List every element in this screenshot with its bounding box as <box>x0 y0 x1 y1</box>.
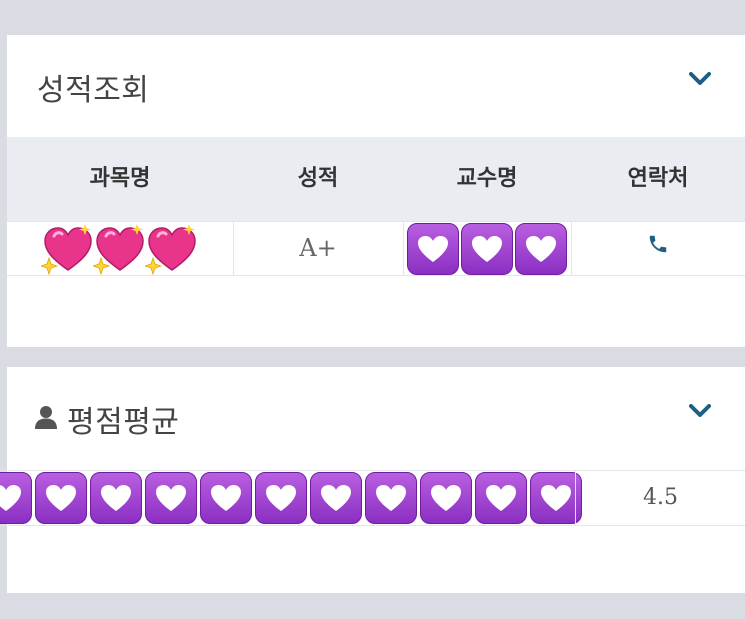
grades-card-title: 성적조회 <box>37 73 150 108</box>
chevron-down-icon[interactable] <box>689 404 711 418</box>
column-header-subject: 과목명 <box>89 166 151 191</box>
white-heart-emoji-group <box>0 472 582 524</box>
chevron-down-icon[interactable] <box>689 72 711 86</box>
sparkling-heart-emoji-group <box>7 222 233 275</box>
gpa-value: 4.5 <box>575 471 745 525</box>
sparkling-heart-icon <box>91 222 147 276</box>
white-heart-icon <box>310 472 362 524</box>
white-heart-icon <box>0 472 32 524</box>
white-heart-icon <box>145 472 197 524</box>
white-heart-icon <box>420 472 472 524</box>
white-heart-icon <box>475 472 527 524</box>
gpa-card: 평점평균 4.5 <box>0 367 745 593</box>
gpa-card-title: 평점평균 <box>67 405 180 440</box>
table-row: A+ <box>7 221 745 276</box>
white-heart-icon <box>255 472 307 524</box>
gpa-card-header: 평점평균 <box>35 397 179 441</box>
column-header-contact: 연락처 <box>627 166 689 191</box>
white-heart-icon <box>200 472 252 524</box>
contact-cell <box>571 222 745 275</box>
phone-icon[interactable] <box>647 223 669 276</box>
column-header-professor: 교수명 <box>456 166 518 191</box>
white-heart-emoji-group <box>403 222 571 275</box>
person-icon <box>35 405 57 433</box>
subject-cell <box>7 222 234 275</box>
white-heart-icon <box>407 222 459 275</box>
sparkling-heart-icon <box>143 222 199 276</box>
professor-cell <box>403 222 572 275</box>
white-heart-icon <box>35 472 87 524</box>
grades-table-header: 과목명 성적 교수명 연락처 <box>7 137 745 221</box>
white-heart-icon <box>90 472 142 524</box>
white-heart-icon <box>461 222 513 275</box>
column-header-grade: 성적 <box>297 166 339 191</box>
sparkling-heart-icon <box>39 222 95 276</box>
grade-cell: A+ <box>233 222 404 275</box>
white-heart-icon <box>365 472 417 524</box>
white-heart-icon <box>515 222 567 275</box>
grades-card: 성적조회 과목명 성적 교수명 연락처 A+ <box>7 35 745 347</box>
gpa-row: 4.5 <box>0 470 745 526</box>
